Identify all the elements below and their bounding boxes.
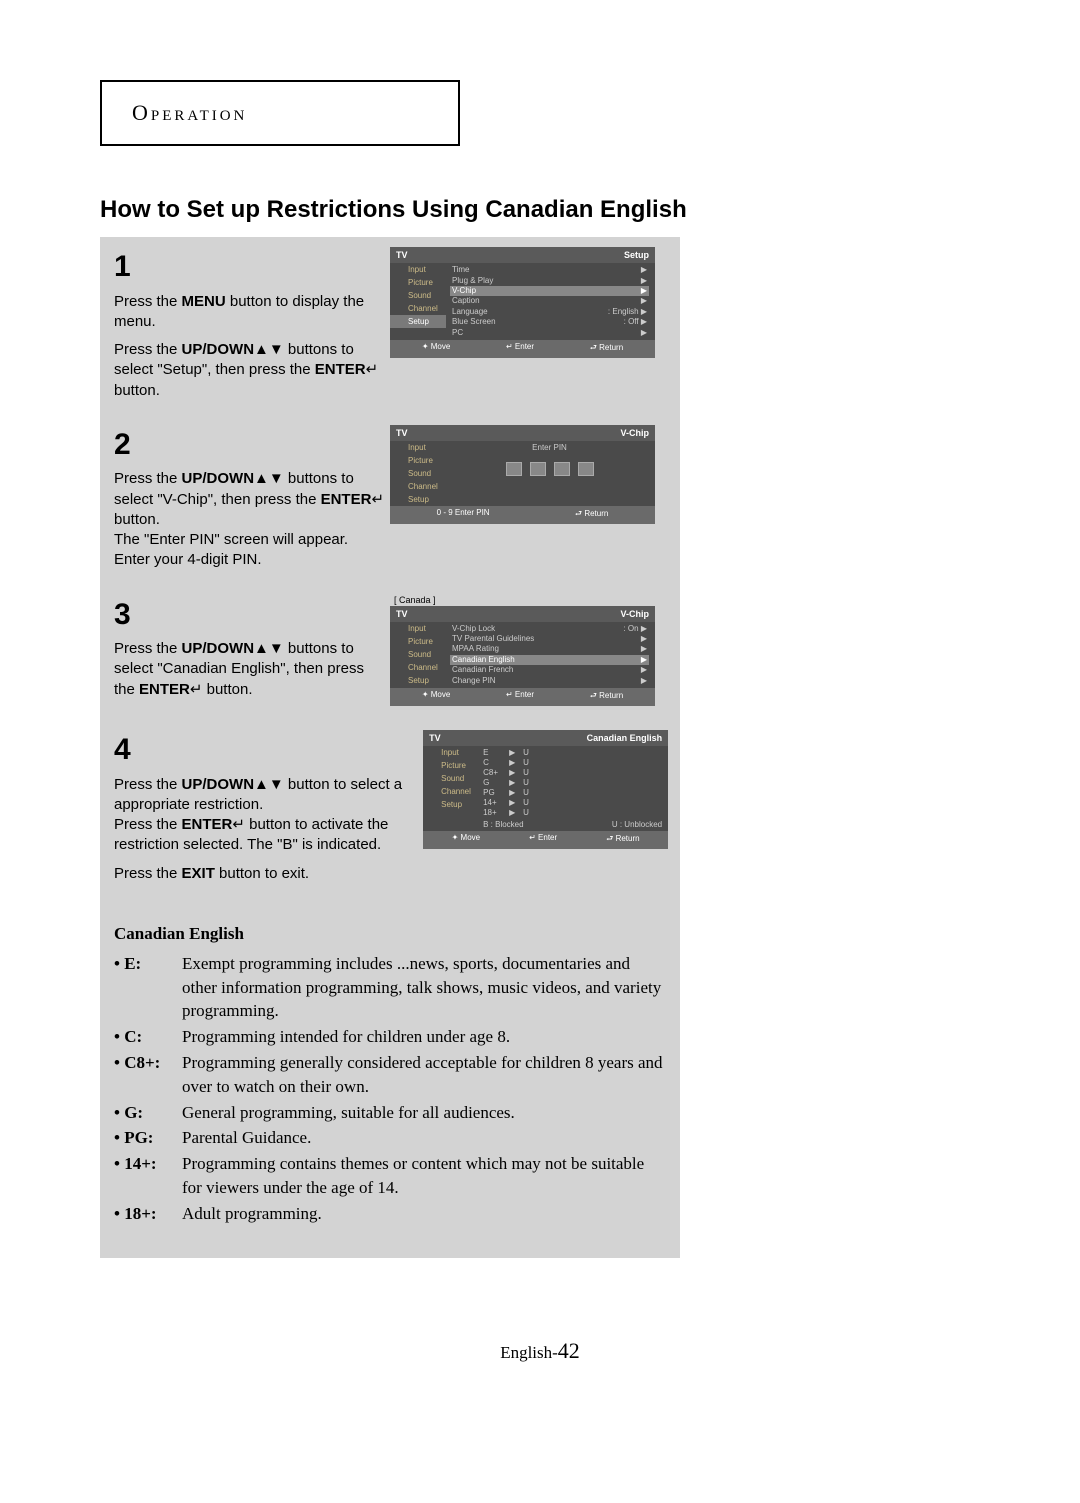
- section-header: Operation: [132, 100, 247, 125]
- steps-block: 1 Press the MENU button to display the m…: [100, 237, 680, 904]
- step-1-p2: Press the UP/DOWN▲▼ buttons to select "S…: [114, 340, 384, 401]
- step-1: 1 Press the MENU button to display the m…: [114, 247, 666, 401]
- step-3-text: 3 Press the UP/DOWN▲▼ buttons to select …: [114, 595, 390, 700]
- osd-side: InputPictureSoundChannelSetup: [423, 746, 479, 831]
- step-number: 2: [114, 425, 384, 466]
- rating-row: • PG:Parental Guidance.: [114, 1126, 666, 1150]
- step-3-screenshot: [ Canada ] TVV-Chip InputPictureSoundCha…: [390, 595, 666, 706]
- step-2-screenshot: TVV-Chip InputPictureSoundChannelSetup E…: [390, 425, 666, 524]
- step-3: 3 Press the UP/DOWN▲▼ buttons to select …: [114, 595, 666, 706]
- osd-side: InputPictureSoundChannelSetup: [390, 441, 446, 506]
- step-2: 2 Press the UP/DOWN▲▼ buttons to select …: [114, 425, 666, 571]
- step-number: 1: [114, 247, 384, 288]
- page-number: English-42: [100, 1338, 980, 1364]
- osd-pin: TVV-Chip InputPictureSoundChannelSetup E…: [390, 425, 655, 524]
- osd-canadian-english: TVCanadian English InputPictureSoundChan…: [423, 730, 668, 849]
- step-2-p1: Press the UP/DOWN▲▼ buttons to select "V…: [114, 469, 384, 530]
- rating-row: • G:General programming, suitable for al…: [114, 1101, 666, 1125]
- osd-main: E▶U C▶U C8+▶U G▶U PG▶U 14+▶U 18+▶U B : B…: [479, 746, 668, 831]
- step-2-text: 2 Press the UP/DOWN▲▼ buttons to select …: [114, 425, 390, 571]
- step-4: 4 Press the UP/DOWN▲▼ button to select a…: [114, 730, 666, 884]
- osd-side: InputPictureSoundChannelSetup: [390, 622, 446, 688]
- step-4-p2: Press the ENTER↵ button to activate the …: [114, 815, 417, 856]
- rating-row: • 18+:Adult programming.: [114, 1202, 666, 1226]
- ratings-definitions: Canadian English • E:Exempt programming …: [100, 904, 680, 1258]
- step-3-p1: Press the UP/DOWN▲▼ buttons to select "C…: [114, 639, 384, 700]
- step-2-p2: The "Enter PIN" screen will appear. Ente…: [114, 530, 384, 571]
- osd-vchip: TVV-Chip InputPictureSoundChannelSetup V…: [390, 606, 655, 706]
- rating-row: • 14+:Programming contains themes or con…: [114, 1152, 666, 1200]
- osd-main: V-Chip Lock: On ▶ TV Parental Guidelines…: [446, 622, 655, 688]
- step-4-screenshot: TVCanadian English InputPictureSoundChan…: [423, 730, 666, 849]
- rating-row: • C8+:Programming generally considered a…: [114, 1051, 666, 1099]
- step-1-text: 1 Press the MENU button to display the m…: [114, 247, 390, 401]
- osd-main: Enter PIN: [446, 441, 655, 506]
- step-1-screenshot: TVSetup InputPictureSoundChannelSetup Ti…: [390, 247, 666, 358]
- step-4-text: 4 Press the UP/DOWN▲▼ button to select a…: [114, 730, 423, 884]
- step-4-p1: Press the UP/DOWN▲▼ button to select a a…: [114, 775, 417, 816]
- step-number: 3: [114, 595, 384, 636]
- ratings-title: Canadian English: [114, 924, 666, 944]
- step-4-p3: Press the EXIT button to exit.: [114, 864, 417, 884]
- osd-side: InputPictureSoundChannelSetup: [390, 263, 446, 340]
- section-header-box: Operation: [100, 80, 460, 146]
- step-number: 4: [114, 730, 417, 771]
- rating-row: • E:Exempt programming includes ...news,…: [114, 952, 666, 1023]
- page-title: How to Set up Restrictions Using Canadia…: [100, 194, 980, 225]
- step-1-p1: Press the MENU button to display the men…: [114, 292, 384, 333]
- osd-setup: TVSetup InputPictureSoundChannelSetup Ti…: [390, 247, 655, 358]
- rating-row: • C:Programming intended for children un…: [114, 1025, 666, 1049]
- osd-main: Time▶ Plug & Play▶ V-Chip▶ Caption▶ Lang…: [446, 263, 655, 340]
